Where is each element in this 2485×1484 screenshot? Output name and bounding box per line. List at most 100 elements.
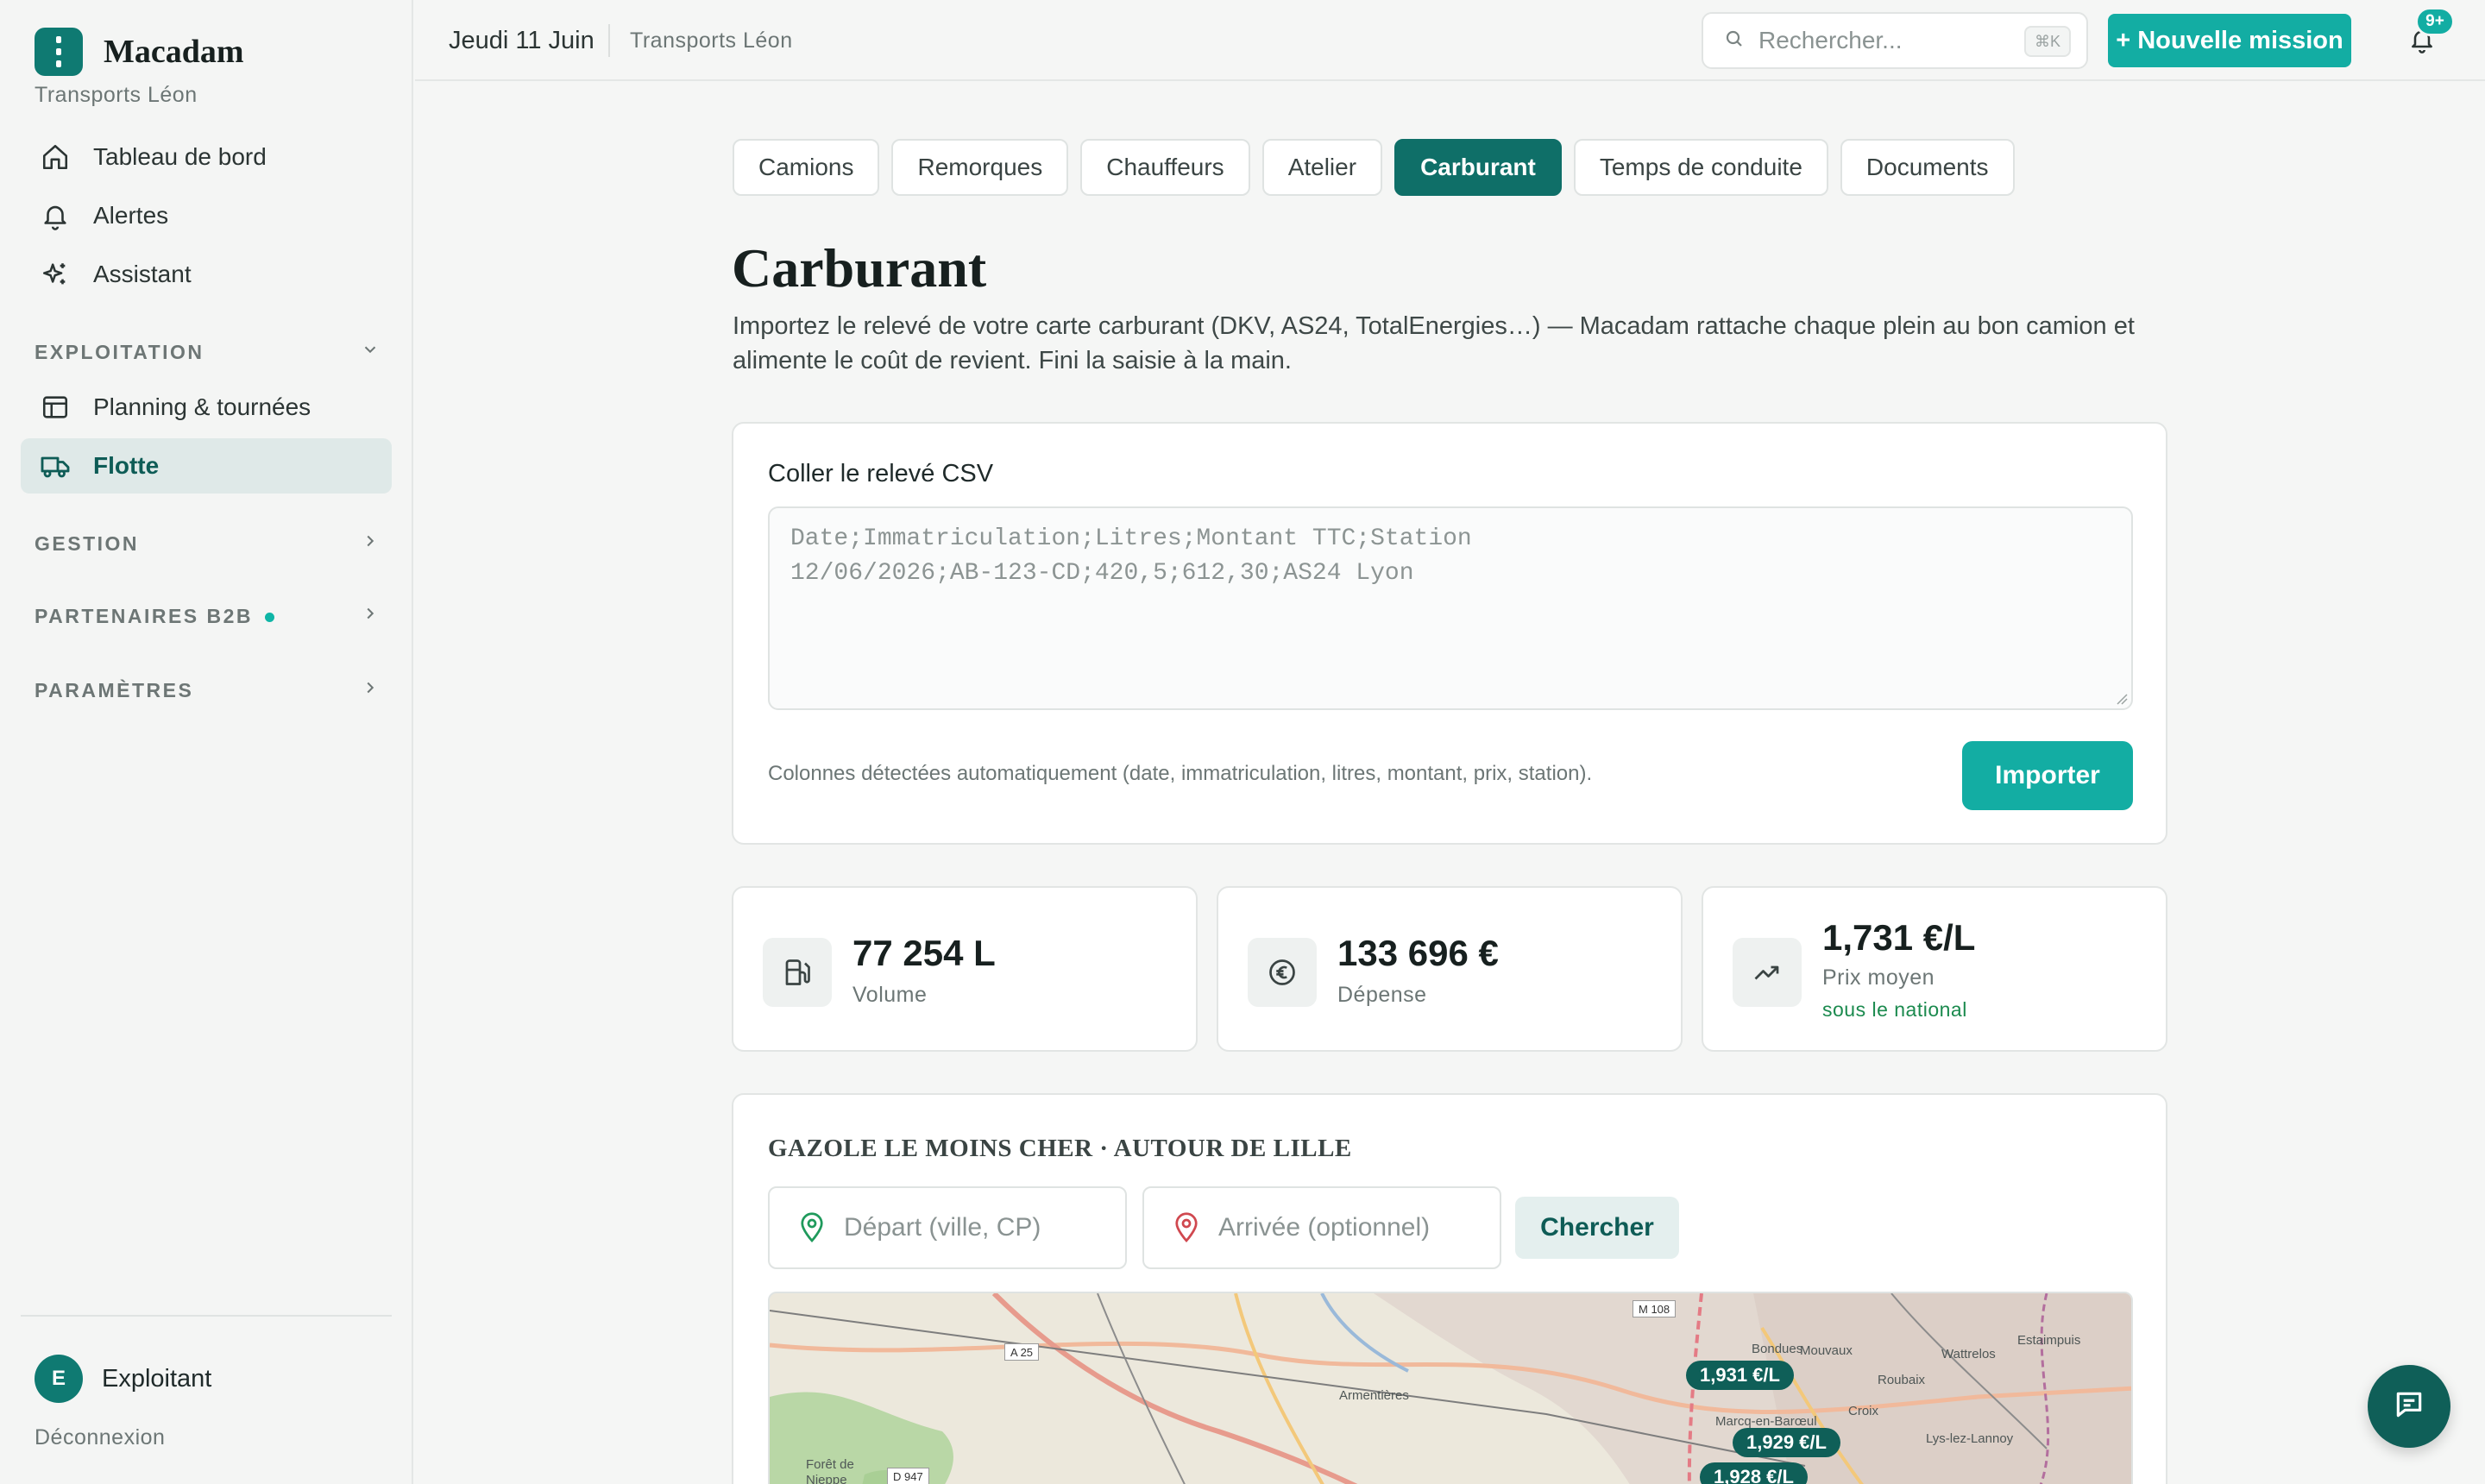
bell-icon bbox=[38, 198, 72, 233]
map-label: Marcq-en-Barœul bbox=[1715, 1414, 1817, 1429]
map-label: Croix bbox=[1848, 1404, 1879, 1418]
topbar: Jeudi 11 Juin Transports Léon Rechercher… bbox=[415, 0, 2485, 81]
map-label: Armentières bbox=[1339, 1388, 1409, 1403]
brand[interactable]: Macadam bbox=[35, 28, 244, 76]
road-shield: M 108 bbox=[1633, 1300, 1677, 1317]
section-label: PARAMÈTRES bbox=[35, 678, 194, 701]
user-profile[interactable]: E Exploitant bbox=[35, 1355, 211, 1403]
arrival-placeholder: Arrivée (optionnel) bbox=[1218, 1213, 1431, 1242]
map-background bbox=[770, 1293, 2131, 1484]
fleet-tabs: Camions Remorques Chauffeurs Atelier Car… bbox=[733, 139, 2015, 196]
app-root: Macadam Transports Léon Tableau de bord … bbox=[0, 0, 2485, 1484]
road-shield: A 25 bbox=[1004, 1343, 1040, 1361]
map-label: Wattrelos bbox=[1941, 1347, 1996, 1361]
csv-textarea[interactable]: Date;Immatriculation;Litres;Montant TTC;… bbox=[768, 506, 2133, 710]
search-input[interactable]: Rechercher... ⌘K bbox=[1702, 12, 2088, 69]
sidebar-item-alerts[interactable]: Alertes bbox=[21, 188, 392, 243]
search-icon bbox=[1724, 28, 1745, 53]
chevron-right-icon bbox=[361, 678, 380, 702]
sidebar-item-label: Flotte bbox=[93, 452, 160, 479]
stat-label: Prix moyen bbox=[1822, 965, 1935, 990]
stat-spend: 133 696 € Dépense bbox=[1217, 886, 1683, 1052]
gas-title: GAZOLE LE MOINS CHER · AUTOUR DE LILLE bbox=[768, 1135, 1352, 1162]
section-partenaires[interactable]: PARTENAIRES B2B bbox=[35, 599, 380, 633]
stat-value: 77 254 L bbox=[852, 933, 996, 973]
sidebar-item-flotte[interactable]: Flotte bbox=[21, 438, 392, 494]
resize-handle-icon[interactable] bbox=[2116, 693, 2128, 705]
csv-label: Coller le relevé CSV bbox=[768, 460, 994, 487]
user-name: Exploitant bbox=[102, 1364, 212, 1393]
station-price-tag[interactable]: 1,928 €/L bbox=[1700, 1462, 1808, 1484]
section-parametres[interactable]: PARAMÈTRES bbox=[35, 673, 380, 707]
logout-link[interactable]: Déconnexion bbox=[35, 1425, 165, 1450]
topbar-divider bbox=[608, 24, 610, 57]
stat-price: 1,731 €/L Prix moyen sous le national bbox=[1702, 886, 2167, 1052]
csv-hint: Colonnes détectées automatiquement (date… bbox=[768, 762, 1593, 785]
search-placeholder: Rechercher... bbox=[1758, 27, 1903, 53]
stat-value: 1,731 €/L bbox=[1822, 917, 1976, 958]
map-label: Estaimpuis bbox=[2017, 1333, 2081, 1348]
chat-button[interactable] bbox=[2368, 1365, 2450, 1448]
map-label: Mouvaux bbox=[1800, 1343, 1853, 1358]
tab-camions[interactable]: Camions bbox=[733, 139, 880, 196]
tab-carburant[interactable]: Carburant bbox=[1394, 139, 1562, 196]
tab-temps-de-conduite[interactable]: Temps de conduite bbox=[1573, 139, 1828, 196]
section-label: PARTENAIRES B2B bbox=[35, 604, 254, 627]
tab-atelier[interactable]: Atelier bbox=[1261, 139, 1383, 196]
section-gestion[interactable]: GESTION bbox=[35, 526, 380, 561]
stations-map[interactable]: M 108 A 25 D 947 Bondues Mouvaux Wattrel… bbox=[768, 1292, 2133, 1484]
sidebar-item-label: Alertes bbox=[93, 202, 169, 229]
chevron-right-icon bbox=[361, 531, 380, 556]
stat-label: Volume bbox=[852, 983, 928, 1007]
stat-value: 133 696 € bbox=[1337, 933, 1499, 973]
topbar-company: Transports Léon bbox=[630, 28, 793, 53]
section-label: GESTION bbox=[35, 531, 140, 555]
departure-placeholder: Départ (ville, CP) bbox=[844, 1213, 1041, 1242]
stat-note: sous le national bbox=[1822, 998, 1967, 1021]
brand-company: Transports Léon bbox=[35, 83, 198, 107]
arrival-input[interactable]: Arrivée (optionnel) bbox=[1142, 1186, 1501, 1269]
shortcut-hint: ⌘K bbox=[2023, 26, 2071, 57]
section-exploitation[interactable]: EXPLOITATION bbox=[35, 335, 380, 369]
fuel-pump-icon bbox=[763, 938, 832, 1007]
sidebar-item-label: Assistant bbox=[93, 261, 192, 287]
sidebar-item-label: Planning & tournées bbox=[93, 393, 311, 420]
truck-icon bbox=[38, 449, 72, 483]
stat-volume: 77 254 L Volume bbox=[732, 886, 1198, 1052]
avatar: E bbox=[35, 1355, 83, 1403]
sidebar: Macadam Transports Léon Tableau de bord … bbox=[0, 0, 413, 1484]
new-indicator-dot bbox=[265, 612, 275, 622]
notification-badge: 9+ bbox=[2415, 7, 2455, 36]
tab-documents[interactable]: Documents bbox=[1840, 139, 2015, 196]
import-button[interactable]: Importer bbox=[1962, 741, 2133, 810]
sidebar-item-label: Tableau de bord bbox=[93, 143, 267, 170]
map-label: Roubaix bbox=[1878, 1373, 1926, 1387]
map-label: Forêt de Nieppe bbox=[806, 1457, 854, 1484]
new-mission-button[interactable]: + Nouvelle mission bbox=[2108, 14, 2351, 67]
chevron-down-icon bbox=[361, 340, 380, 364]
euro-icon bbox=[1248, 938, 1317, 1007]
tab-remorques[interactable]: Remorques bbox=[891, 139, 1069, 196]
tab-chauffeurs[interactable]: Chauffeurs bbox=[1080, 139, 1250, 196]
map-label: Lys-lez-Lannoy bbox=[1926, 1431, 2014, 1446]
station-price-tag[interactable]: 1,931 €/L bbox=[1686, 1361, 1794, 1390]
road-shield: D 947 bbox=[887, 1468, 929, 1484]
sidebar-item-dashboard[interactable]: Tableau de bord bbox=[21, 129, 392, 185]
sidebar-item-planning[interactable]: Planning & tournées bbox=[21, 380, 392, 435]
chevron-right-icon bbox=[361, 604, 380, 628]
map-pin-icon bbox=[801, 1212, 823, 1243]
map-pin-icon bbox=[1175, 1212, 1198, 1243]
departure-input[interactable]: Départ (ville, CP) bbox=[768, 1186, 1127, 1269]
search-stations-button[interactable]: Chercher bbox=[1515, 1197, 1679, 1259]
cheapest-gas-card: GAZOLE LE MOINS CHER · AUTOUR DE LILLE D… bbox=[732, 1093, 2167, 1484]
sidebar-item-assistant[interactable]: Assistant bbox=[21, 247, 392, 302]
csv-import-card: Coller le relevé CSV Date;Immatriculatio… bbox=[732, 422, 2167, 845]
sidebar-divider bbox=[21, 1315, 392, 1317]
station-price-tag[interactable]: 1,929 €/L bbox=[1733, 1428, 1840, 1457]
page-title: Carburant bbox=[732, 237, 987, 299]
section-label: EXPLOITATION bbox=[35, 340, 204, 363]
page-description: Importez le relevé de votre carte carbur… bbox=[733, 312, 2135, 374]
trend-icon bbox=[1733, 938, 1802, 1007]
macadam-logo-icon bbox=[35, 28, 83, 76]
calendar-icon bbox=[38, 390, 72, 424]
